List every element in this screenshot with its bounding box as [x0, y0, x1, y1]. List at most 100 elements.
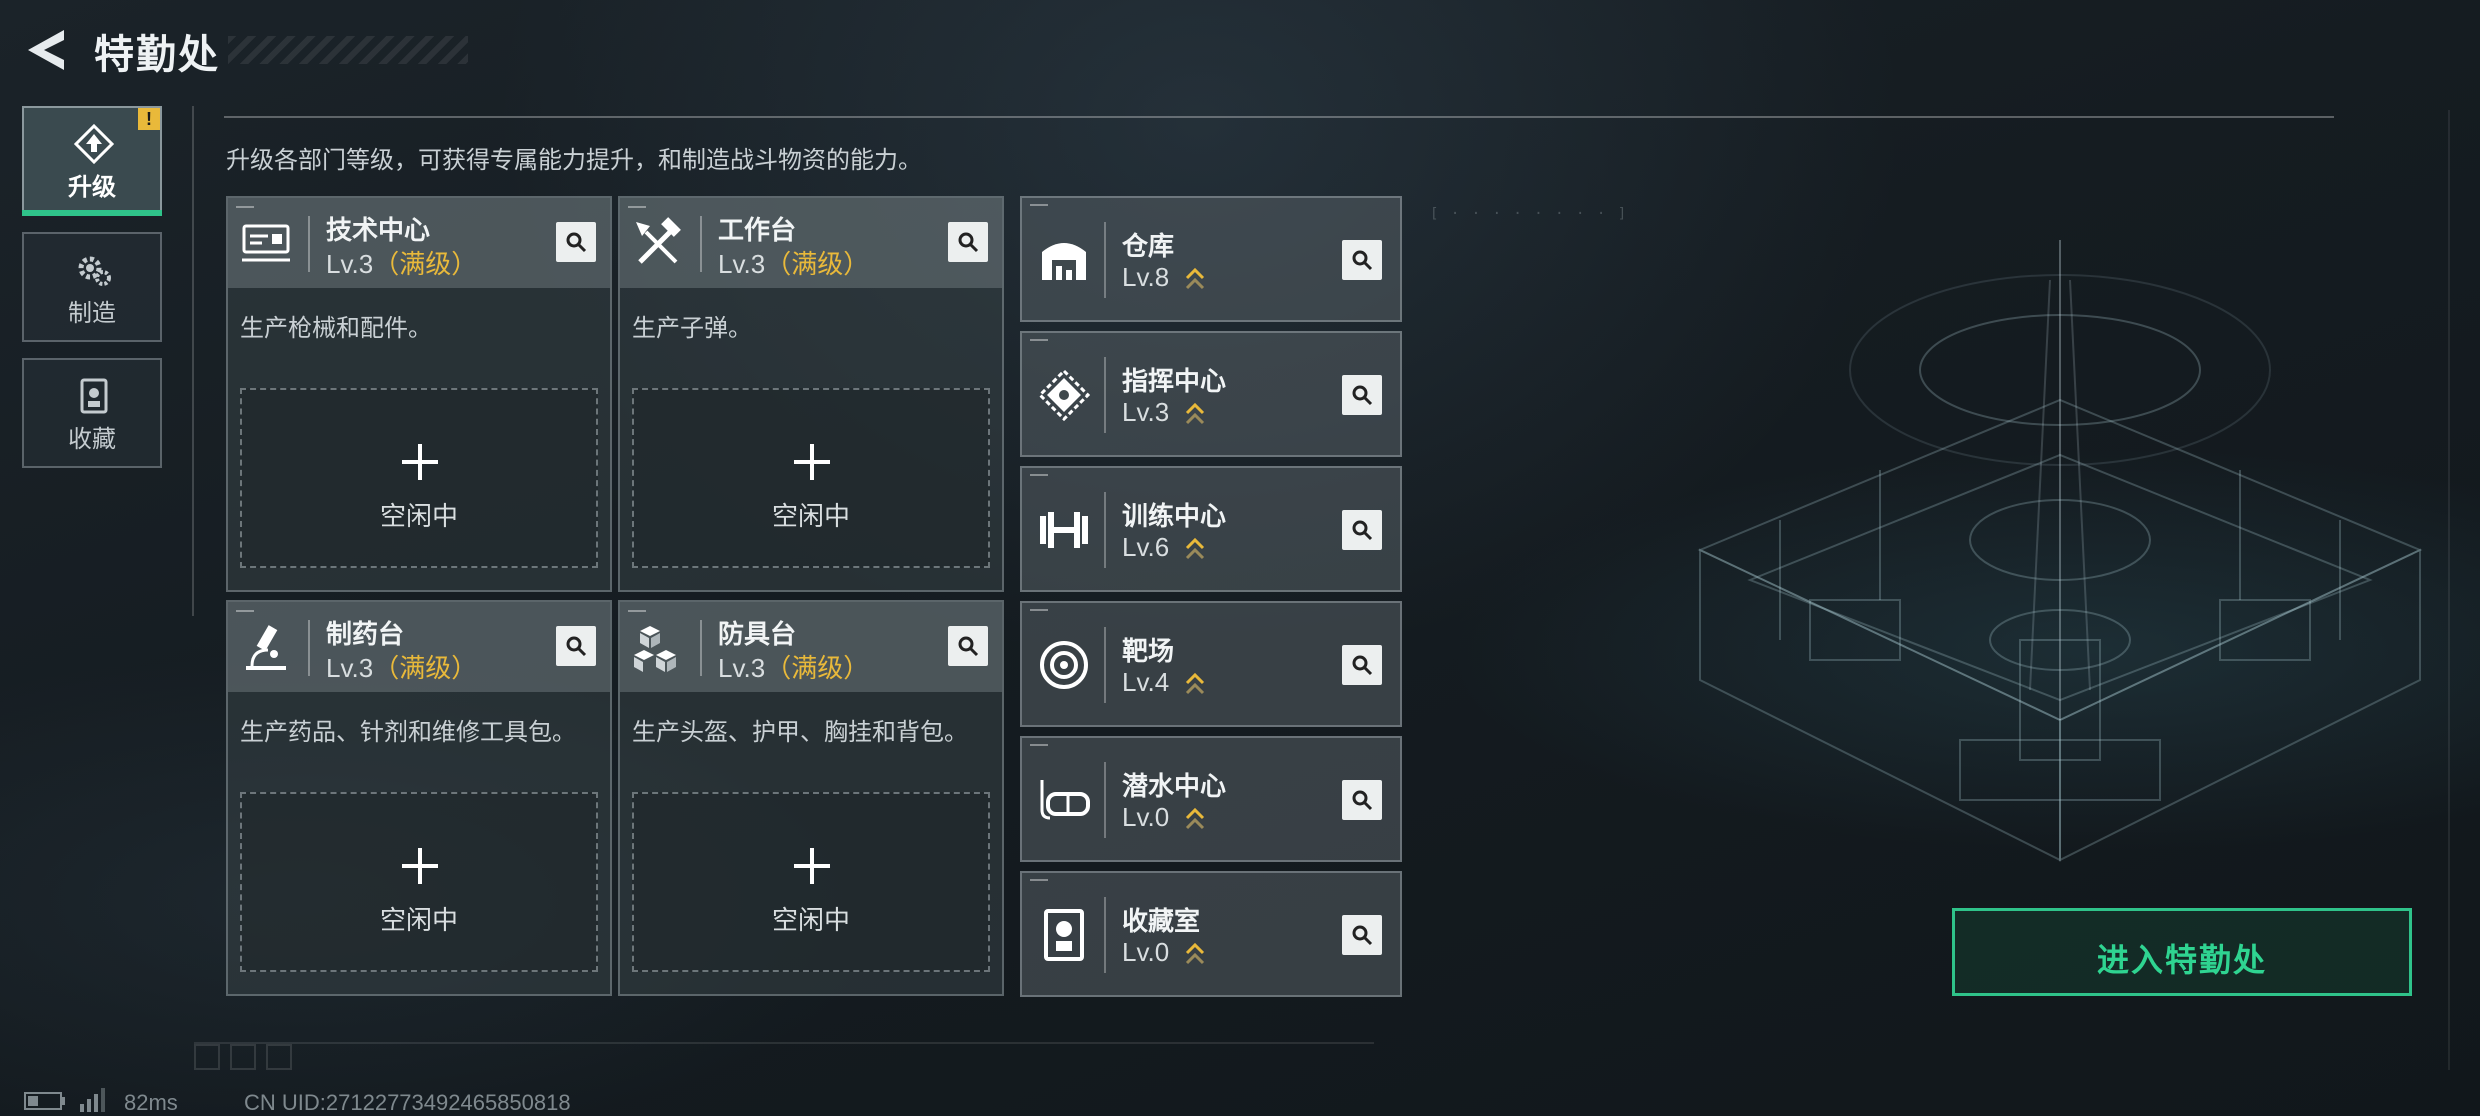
production-slot[interactable]: 空闲中	[632, 388, 990, 568]
enter-special-ops-button[interactable]: 进入特勤处	[1952, 908, 2412, 996]
upgrade-arrow-icon	[1185, 537, 1205, 560]
collection-icon	[80, 378, 108, 414]
level-value: Lv.3	[718, 653, 766, 683]
corner-mark	[1030, 609, 1048, 611]
corner-mark	[1030, 474, 1048, 476]
search-icon	[1352, 790, 1373, 811]
inspect-button[interactable]	[1342, 510, 1382, 550]
card-separator	[1104, 627, 1106, 703]
facility-name: 训练中心	[1122, 501, 1227, 531]
nav-item-craft[interactable]: 制造	[22, 232, 162, 342]
warehouse-icon	[1042, 243, 1086, 280]
search-icon	[566, 636, 587, 657]
corner-mark	[1030, 744, 1048, 746]
enter-button-label: 进入特勤处	[2096, 942, 2267, 978]
active-indicator	[22, 210, 162, 216]
facility-card-diving-center[interactable]: 潜水中心 Lv.0	[1020, 736, 1402, 862]
upgrade-arrow-icon	[1185, 402, 1205, 425]
card-separator	[1104, 222, 1106, 298]
production-slot[interactable]: 空闲中	[240, 792, 598, 972]
inspect-button[interactable]	[948, 626, 988, 666]
inspect-button[interactable]	[1342, 780, 1382, 820]
facility-name: 靶场	[1122, 636, 1175, 666]
inspect-button[interactable]	[948, 222, 988, 262]
inspect-button[interactable]	[556, 222, 596, 262]
facility-description: 生产药品、针剂和维修工具包。	[240, 719, 576, 746]
upgrade-arrow-icon	[1185, 807, 1205, 830]
plus-icon	[794, 444, 830, 480]
card-separator	[1104, 762, 1106, 838]
alert-badge: !	[138, 108, 160, 130]
page-description: 升级各部门等级，可获得专属能力提升，和制造战斗物资的能力。	[226, 147, 922, 174]
inspect-button[interactable]	[1342, 375, 1382, 415]
facility-name: 技术中心	[326, 215, 431, 245]
inspect-button[interactable]	[1342, 645, 1382, 685]
production-slot[interactable]: 空闲中	[240, 388, 598, 568]
search-icon	[958, 232, 979, 253]
upgrade-icon	[74, 124, 114, 164]
facility-level: Lv.4	[1122, 667, 1170, 697]
slot-status: 空闲中	[379, 501, 458, 531]
decorative-square	[266, 1044, 292, 1070]
upgrade-arrow-icon	[1185, 942, 1205, 965]
search-icon	[1352, 520, 1373, 541]
level-value: Lv.3	[326, 653, 374, 683]
corner-mark	[236, 206, 254, 208]
bottom-divider	[194, 1042, 1374, 1044]
max-level-tag: （满级）	[765, 653, 870, 683]
inspect-button[interactable]	[1342, 240, 1382, 280]
production-card-pharmacy: 制药台 Lv.3（满级） 生产药品、针剂和维修工具包。 空闲中	[226, 600, 612, 996]
inspect-button[interactable]	[1342, 915, 1382, 955]
search-icon	[1352, 385, 1373, 406]
facility-level: Lv.3（满级）	[326, 648, 477, 685]
diving-mask-icon	[1040, 780, 1090, 820]
facility-card-shooting-range[interactable]: 靶场 Lv.4	[1020, 601, 1402, 727]
card-header: 技术中心 Lv.3（满级）	[228, 198, 610, 288]
card-separator	[1104, 897, 1106, 973]
facility-level: Lv.3	[1122, 397, 1170, 427]
facility-description: 生产子弹。	[632, 315, 752, 342]
facility-name: 指挥中心	[1122, 366, 1227, 396]
ping-readout: 82ms	[124, 1090, 178, 1115]
search-icon	[958, 636, 979, 657]
nav-rail	[192, 106, 194, 616]
production-slot[interactable]: 空闲中	[632, 792, 990, 972]
search-icon	[1352, 925, 1373, 946]
corner-mark	[1030, 339, 1048, 341]
facility-card-training-center[interactable]: 训练中心 Lv.6	[1020, 466, 1402, 592]
card-separator	[1104, 492, 1106, 568]
facility-level: Lv.3（满级）	[326, 244, 477, 281]
nav-label-upgrade: 升级	[68, 174, 116, 201]
slot-status: 空闲中	[771, 905, 850, 935]
production-card-armor-bench: 防具台 Lv.3（满级） 生产头盔、护甲、胸挂和背包。 空闲中	[618, 600, 1004, 996]
facility-card-collection-room[interactable]: 收藏室 Lv.0	[1020, 871, 1402, 997]
header-separator	[308, 216, 310, 272]
facility-description: 生产头盔、护甲、胸挂和背包。	[632, 719, 968, 746]
page-title: 特勤处	[94, 33, 220, 77]
facility-level: Lv.0	[1122, 937, 1170, 967]
facility-card-warehouse[interactable]: 仓库 Lv.8	[1020, 196, 1402, 322]
search-icon	[566, 232, 587, 253]
plus-icon	[402, 444, 438, 480]
facility-card-command-center[interactable]: 指挥中心 Lv.3	[1020, 331, 1402, 457]
facility-level: Lv.0	[1122, 802, 1170, 832]
header-divider	[224, 116, 2334, 118]
header-separator	[308, 620, 310, 676]
inspect-button[interactable]	[556, 626, 596, 666]
back-arrow-icon[interactable]	[24, 26, 68, 74]
card-header: 制药台 Lv.3（满级）	[228, 602, 610, 692]
nav-item-upgrade[interactable]: 升级 !	[22, 106, 162, 216]
card-header: 防具台 Lv.3（满级）	[620, 602, 1002, 692]
hud-readout-decoration: [ · · · · · · · · ]	[1430, 206, 1629, 222]
facility-name: 仓库	[1122, 231, 1175, 261]
corner-mark	[1030, 204, 1048, 206]
decorative-square	[230, 1044, 256, 1070]
title-decoration	[228, 36, 468, 64]
nav-item-collection[interactable]: 收藏	[22, 358, 162, 468]
facility-name: 防具台	[718, 619, 797, 649]
max-level-tag: （满级）	[373, 249, 478, 279]
plus-icon	[402, 848, 438, 884]
armor-bench-icon	[634, 626, 676, 672]
gear-icon	[78, 256, 111, 286]
collection-room-icon	[1044, 909, 1084, 961]
